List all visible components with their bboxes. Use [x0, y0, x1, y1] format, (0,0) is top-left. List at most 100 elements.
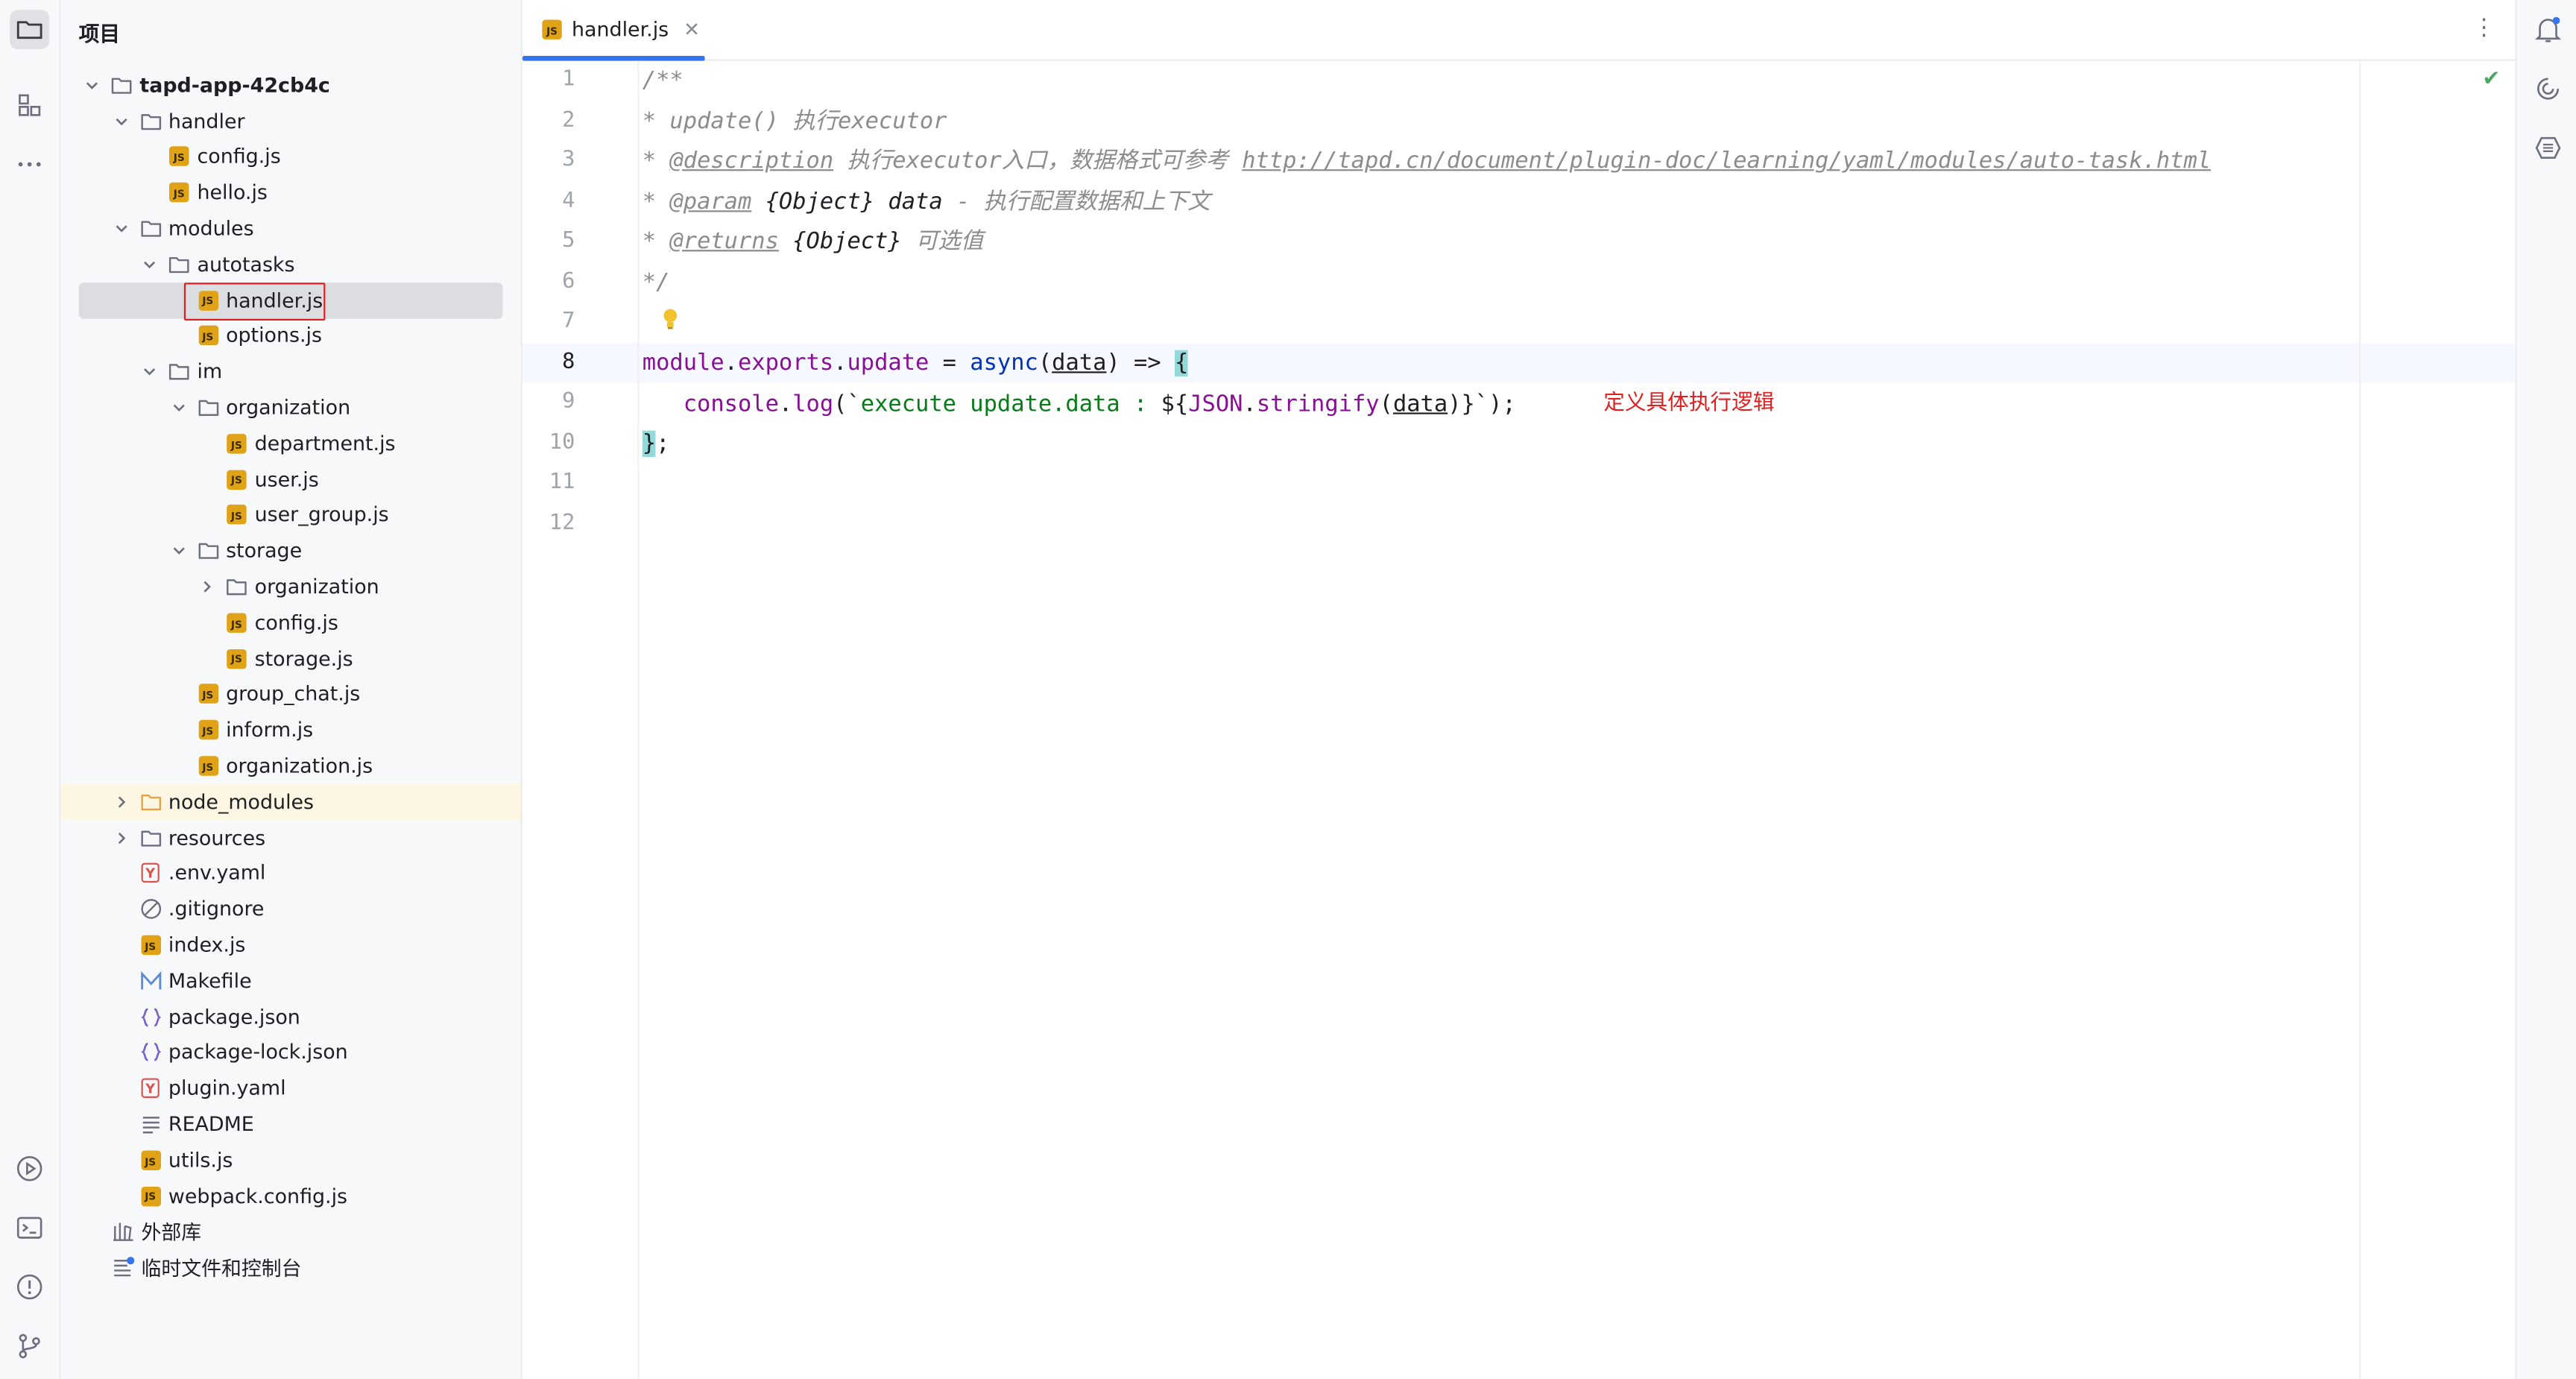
project-panel: 项目 tapd-app-42cb4c handler JS config.js JS he…: [60, 0, 523, 1379]
tree-item-label: handler: [168, 110, 245, 133]
tree-item-label: package-lock.json: [168, 1041, 348, 1064]
structure-icon[interactable]: [10, 86, 49, 125]
tree-item-utils-js[interactable]: JS utils.js: [61, 1142, 521, 1178]
js-file-icon: JS: [196, 324, 219, 347]
more-vertical-icon[interactable]: ⋮: [2472, 15, 2496, 41]
tree-item-label: autotasks: [197, 253, 295, 277]
doc-link[interactable]: http://tapd.cn/document/plugin-doc/learn…: [1242, 148, 2211, 174]
inspection-ok-icon[interactable]: ✔: [2482, 67, 2500, 92]
tab-handler-js[interactable]: JS handler.js ✕: [522, 0, 705, 61]
tree-item-label: .gitignore: [168, 897, 265, 921]
tree-item-tapd-app-42cb4c[interactable]: tapd-app-42cb4c: [61, 67, 521, 103]
makefile-icon: [139, 970, 162, 993]
tree-item-webpack-config-js[interactable]: JS webpack.config.js: [61, 1178, 521, 1214]
json-file-icon: [139, 1006, 162, 1029]
code-with-me-icon[interactable]: [2532, 131, 2565, 164]
tree-item-resources[interactable]: resources: [61, 820, 521, 856]
terminal-icon[interactable]: [10, 1208, 49, 1248]
run-icon[interactable]: [10, 1149, 49, 1188]
folder-icon: [139, 790, 162, 813]
notifications-icon[interactable]: [2532, 13, 2565, 46]
chevron-right-icon[interactable]: [197, 577, 216, 596]
tree-item-storage[interactable]: storage: [61, 533, 521, 569]
tree-item-label: inform.js: [226, 719, 314, 742]
tree-item-autotasks[interactable]: autotasks: [61, 247, 521, 283]
js-file-icon: JS: [196, 683, 219, 706]
tree-item-label: department.js: [254, 432, 396, 455]
chevron-right-icon[interactable]: [111, 792, 130, 811]
folder-icon: [139, 217, 162, 240]
json-file-icon: [139, 1041, 162, 1064]
tree-item-index-js[interactable]: JS index.js: [61, 927, 521, 963]
js-file-icon: JS: [225, 611, 248, 634]
tree-item-label: organization.js: [226, 754, 373, 778]
folder-icon: [168, 360, 191, 383]
tree-item-label: resources: [168, 826, 266, 850]
tree-item-label: im: [197, 360, 223, 384]
line-number: 10: [549, 429, 575, 455]
tree-item-label: 临时文件和控制台: [141, 1257, 302, 1281]
tree-item-im[interactable]: im: [61, 354, 521, 390]
more-icon[interactable]: [10, 145, 49, 184]
tree-item-config-js[interactable]: JS config.js: [61, 139, 521, 175]
js-file-icon: JS: [225, 504, 248, 527]
ai-assistant-icon[interactable]: [2532, 72, 2565, 105]
tree-item-label: config.js: [254, 610, 338, 634]
tree-item-package-lock-json[interactable]: package-lock.json: [61, 1035, 521, 1070]
line-number: 8: [562, 349, 575, 374]
chevron-down-icon[interactable]: [139, 254, 159, 274]
close-icon[interactable]: ✕: [684, 18, 700, 41]
tree-item-label: node_modules: [168, 790, 315, 814]
git-icon[interactable]: [10, 1326, 49, 1366]
folder-icon: [168, 253, 191, 276]
tree-item-package-json[interactable]: package.json: [61, 999, 521, 1035]
tree-item-label: organization: [226, 396, 351, 420]
tree-item-handler[interactable]: handler: [61, 103, 521, 139]
js-file-icon: JS: [225, 647, 248, 670]
js-file-icon: JS: [139, 933, 162, 956]
tree-item-readme[interactable]: README: [61, 1106, 521, 1142]
tree-item-user-js[interactable]: JS user.js: [61, 461, 521, 497]
active-tab-indicator: [522, 55, 705, 61]
chevron-down-icon[interactable]: [82, 75, 101, 95]
line-number: 7: [562, 309, 575, 334]
problems-icon[interactable]: [10, 1267, 49, 1307]
chevron-down-icon[interactable]: [111, 218, 130, 238]
line-number: 4: [562, 188, 575, 213]
tree-item-department-js[interactable]: JS department.js: [61, 426, 521, 461]
chevron-down-icon[interactable]: [139, 362, 159, 382]
tree-item-config-js[interactable]: JS config.js: [61, 605, 521, 640]
chevron-down-icon[interactable]: [168, 541, 188, 561]
tree-item-hello-js[interactable]: JS hello.js: [61, 175, 521, 211]
tree-item-plugin-yaml[interactable]: Yplugin.yaml: [61, 1070, 521, 1106]
tree-item-organization[interactable]: organization: [61, 569, 521, 605]
tree-item-makefile[interactable]: Makefile: [61, 963, 521, 999]
editor-tab-bar: JS handler.js ✕ ⋮: [522, 0, 2516, 61]
tree-item-storage-js[interactable]: JS storage.js: [61, 640, 521, 676]
tree-item-[interactable]: 外部库: [61, 1214, 521, 1249]
code-line-2: * update() 执行executor: [642, 107, 947, 134]
project-folder-icon[interactable]: [10, 10, 50, 50]
tree-item-options-js[interactable]: JS options.js: [61, 318, 521, 354]
lightbulb-icon[interactable]: [660, 307, 680, 330]
tree-item-[interactable]: 临时文件和控制台: [61, 1249, 521, 1285]
chevron-right-icon[interactable]: [111, 827, 130, 847]
tree-item-user-group-js[interactable]: JS user_group.js: [61, 497, 521, 533]
chevron-down-icon[interactable]: [168, 398, 188, 417]
line-number: 6: [562, 268, 575, 294]
tree-item-organization-js[interactable]: JS organization.js: [61, 748, 521, 784]
tree-item-gitignore[interactable]: .gitignore: [61, 892, 521, 927]
code-line-9: console.log(`execute update.data : ${JSO…: [683, 390, 1516, 417]
js-file-icon: JS: [139, 1184, 162, 1208]
js-file-icon: JS: [225, 432, 248, 455]
tree-item-modules[interactable]: modules: [61, 211, 521, 247]
js-file-icon: JS: [225, 468, 248, 491]
tree-item-env-yaml[interactable]: Y .env.yaml: [61, 856, 521, 892]
tree-item-organization[interactable]: organization: [61, 390, 521, 426]
tree-item-label: utils.js: [168, 1148, 233, 1172]
tree-item-node-modules[interactable]: node_modules: [60, 783, 521, 820]
code-line-6: */: [642, 268, 670, 295]
chevron-down-icon[interactable]: [111, 111, 130, 130]
tree-item-inform-js[interactable]: JS inform.js: [61, 713, 521, 748]
tree-item-group-chat-js[interactable]: JS group_chat.js: [61, 676, 521, 712]
